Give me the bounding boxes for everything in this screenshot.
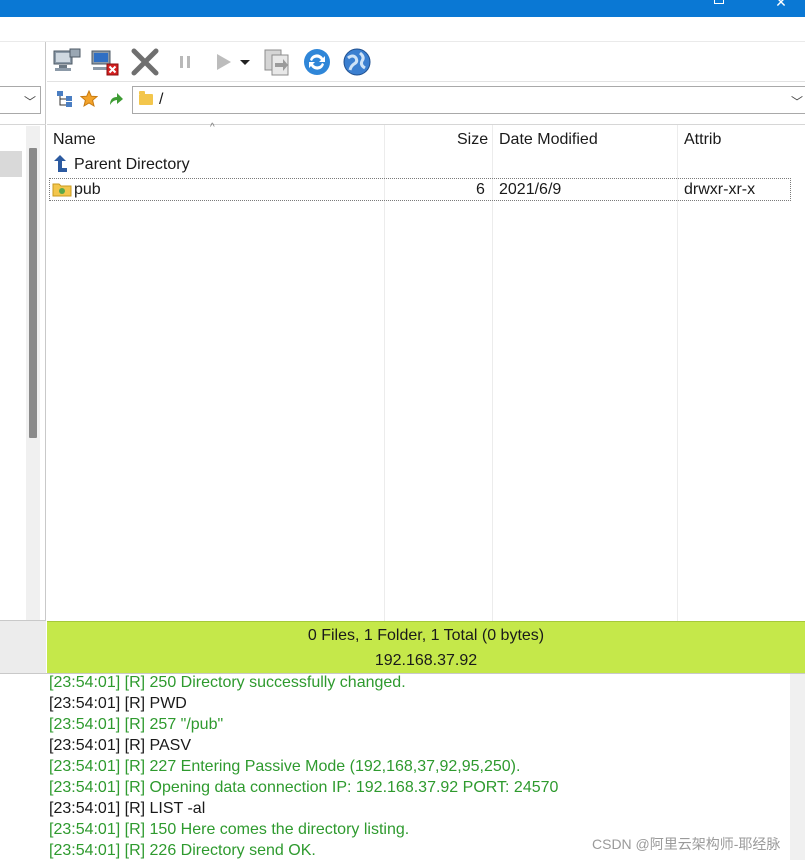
globe-icon[interactable] [341,46,373,78]
file-attrib: drwxr-xr-x [684,181,756,198]
log-line: [23:54:01] [R] LIST -al [49,800,205,818]
file-name: pub [74,181,101,198]
parent-directory-label: Parent Directory [74,156,190,173]
local-list-divider [0,124,46,125]
transfer-icon[interactable] [261,46,293,78]
up-directory-icon[interactable] [105,89,125,109]
watermark: CSDN @阿里云架构师-耶经脉 [592,836,781,852]
log-time: [23:54:01] [49,737,121,754]
menu-area [0,17,805,42]
log-time: [23:54:01] [49,758,121,775]
log-time: [23:54:01] [49,821,121,838]
disconnect-icon[interactable] [89,46,121,78]
connect-icon[interactable] [51,46,83,78]
local-path-combo[interactable]: ﹀ [0,86,41,114]
log-text: [R] PASV [124,737,192,754]
folder-icon [52,181,72,202]
local-scrollbar-thumb[interactable] [29,148,37,438]
file-size: 6 [476,181,485,198]
file-row[interactable]: pub 6 2021/6/9 drwxr-xr-x [49,178,791,201]
queue-dropdown-icon[interactable] [237,46,253,78]
close-window-button[interactable]: ✕ [774,0,788,9]
local-selected-row[interactable] [0,151,22,177]
log-line: [23:54:01] [R] 226 Directory send OK. [49,842,316,860]
log-line: [23:54:01] [R] PASV [49,737,191,755]
site-tree-icon[interactable] [55,89,75,109]
maximize-button[interactable] [714,0,724,4]
pause-icon[interactable] [169,46,201,78]
log-line: [23:54:01] [R] 257 "/pub" [49,716,223,734]
abort-icon[interactable] [129,46,161,78]
log-text: [R] LIST -al [124,800,206,817]
column-header-date[interactable]: Date Modified [499,131,598,149]
log-text: [R] 227 Entering Passive Mode (192,168,3… [124,758,521,775]
status-host: 192.168.37.92 [374,652,478,669]
log-text: [R] 257 "/pub" [124,716,224,733]
parent-directory-row[interactable]: Parent Directory [47,154,789,177]
status-summary: 0 Files, 1 Folder, 1 Total (0 bytes) [307,627,545,644]
log-scrollbar[interactable] [790,674,805,860]
column-header-attrib[interactable]: Attrib [684,131,721,149]
sort-ascending-icon: ^ [210,122,215,133]
session-log: [23:54:01] [R] 250 Directory successfull… [0,673,805,860]
file-date: 2021/6/9 [499,181,562,198]
window-titlebar: ✕ [0,0,805,17]
log-time: [23:54:01] [49,716,121,733]
remote-address-bar: / ﹀ [47,83,805,119]
log-time: [23:54:01] [49,695,121,712]
chevron-down-icon[interactable]: ﹀ [791,93,803,110]
log-text: [R] Opening data connection IP: 192.168.… [124,779,559,796]
folder-icon [139,91,153,105]
remote-path-input[interactable]: / ﹀ [132,86,805,114]
remote-toolbar [47,42,805,82]
log-time: [23:54:01] [49,779,121,796]
log-text: [R] PWD [124,695,187,712]
log-time: [23:54:01] [49,842,121,859]
log-line: [23:54:01] [R] 227 Entering Passive Mode… [49,758,520,776]
remote-status-bar: 0 Files, 1 Folder, 1 Total (0 bytes) 192… [47,621,805,673]
remote-path-text: / [159,91,164,108]
log-line: [23:54:01] [R] Opening data connection I… [49,779,558,797]
play-icon[interactable] [207,46,239,78]
log-line: [23:54:01] [R] 250 Directory successfull… [49,674,406,692]
log-line: [23:54:01] [R] 150 Here comes the direct… [49,821,409,839]
log-text: [R] 250 Directory successfully changed. [124,674,406,691]
column-header-size[interactable]: Size [457,131,488,149]
log-text: [R] 150 Here comes the directory listing… [124,821,410,838]
local-status-bar [0,620,46,673]
favorites-star-icon[interactable] [79,89,99,109]
log-time: [23:54:01] [49,674,121,691]
log-line: [23:54:01] [R] PWD [49,695,187,713]
chevron-down-icon: ﹀ [23,95,36,109]
parent-directory-icon [52,155,68,178]
column-header-name[interactable]: Name [53,131,96,149]
log-time: [23:54:01] [49,800,121,817]
log-text: [R] 226 Directory send OK. [124,842,316,859]
remote-file-list: ^ Name Size Date Modified Attrib Parent … [47,122,805,621]
refresh-icon[interactable] [301,46,333,78]
